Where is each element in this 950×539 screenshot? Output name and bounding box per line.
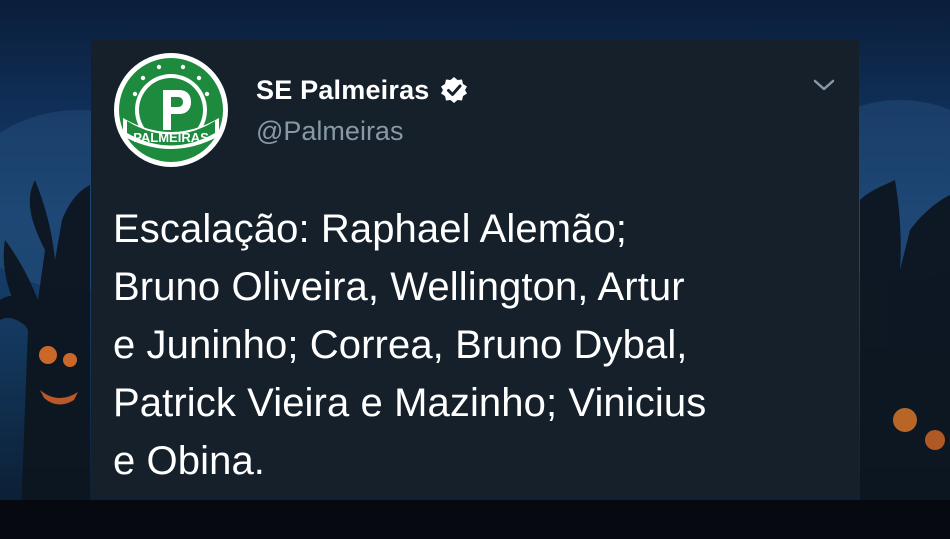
- user-handle[interactable]: @Palmeiras: [256, 116, 403, 147]
- tweet-card[interactable]: PALMEIRAS SE Palmeiras @Palmeiras Escala…: [91, 40, 859, 498]
- verified-badge-icon: [440, 77, 467, 103]
- tweet-text: Escalação: Raphael Alemão; Bruno Oliveir…: [113, 207, 707, 483]
- crest-ribbon-text: PALMEIRAS: [133, 130, 209, 145]
- display-name[interactable]: SE Palmeiras: [256, 75, 430, 106]
- avatar-palmeiras-crest[interactable]: PALMEIRAS: [113, 52, 229, 168]
- chevron-down-icon[interactable]: [809, 70, 839, 100]
- author-name-row[interactable]: SE Palmeiras: [256, 70, 468, 110]
